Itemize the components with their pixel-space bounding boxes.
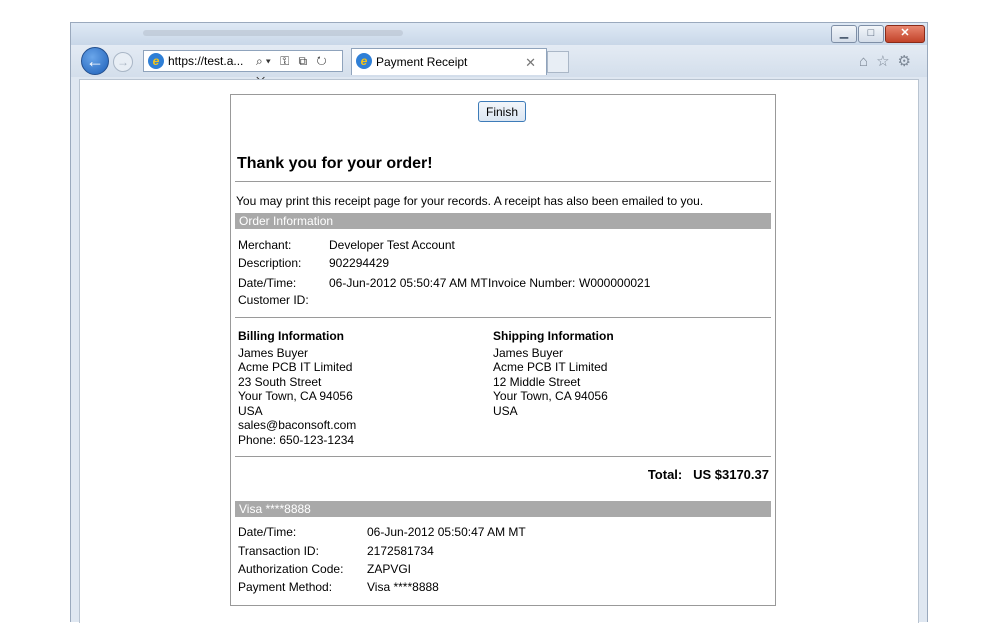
favorites-star-icon[interactable]: ☆ (876, 53, 897, 70)
payment-method-value: Visa ****8888 (367, 580, 439, 594)
shipping-line: Your Town, CA 94056 (493, 389, 608, 403)
invoice-value: W000000021 (579, 276, 651, 290)
order-total: Total: US $3170.37 (648, 467, 769, 482)
billing-line: Your Town, CA 94056 (238, 389, 353, 403)
shipping-line: USA (493, 404, 518, 418)
divider (235, 317, 771, 318)
address-text: https://test.a... (168, 54, 244, 68)
divider (235, 181, 771, 182)
tab-close-icon[interactable]: ✕ (525, 50, 536, 75)
back-button[interactable]: ← (81, 47, 109, 75)
transaction-id-value: 2172581734 (367, 544, 434, 558)
datetime-value: 06-Jun-2012 05:50:47 AM MT (329, 276, 488, 290)
minimize-button[interactable]: ▁ (831, 25, 857, 43)
navigation-bar: ← → e https://test.a... ⌕▾ ⚿ ⧉ ↻ ✕ e Pay… (71, 45, 927, 88)
receipt-note: You may print this receipt page for your… (236, 194, 704, 208)
close-window-button[interactable]: ✕ (885, 25, 925, 43)
description-value: 902294429 (329, 256, 390, 270)
description-label: Description: (238, 256, 302, 270)
ie-tab-icon: e (356, 53, 372, 69)
total-value: US $3170.37 (693, 467, 769, 482)
payment-method-label: Payment Method: (238, 580, 333, 594)
merchant-label: Merchant: (238, 238, 292, 252)
merchant-value: Developer Test Account (329, 238, 455, 252)
payment-datetime-label: Date/Time: (238, 525, 297, 539)
billing-line: sales@baconsoft.com (238, 418, 357, 432)
billing-line: Phone: 650-123-1234 (238, 433, 355, 447)
datetime-label: Date/Time: (238, 276, 297, 290)
tab-payment-receipt[interactable]: e Payment Receipt ✕ (351, 48, 547, 75)
total-label: Total: (647, 467, 683, 482)
forward-button[interactable]: → (113, 52, 133, 72)
customer-id-label: Customer ID: (238, 293, 309, 307)
gear-icon[interactable]: ⚙ (898, 53, 919, 70)
tab-title: Payment Receipt (376, 55, 468, 69)
receipt-panel: Finish Thank you for your order! You may… (230, 94, 776, 606)
billing-line: Acme PCB IT Limited (238, 360, 353, 374)
transaction-id-label: Transaction ID: (238, 544, 319, 558)
page-viewport: Finish Thank you for your order! You may… (79, 79, 919, 623)
billing-title: Billing Information (238, 329, 344, 343)
toolbar-icons[interactable]: ⌂☆⚙ (859, 52, 919, 70)
payment-header: Visa ****8888 (235, 501, 771, 517)
payment-datetime-value: 06-Jun-2012 05:50:47 AM MT (367, 525, 526, 539)
billing-line: USA (238, 404, 263, 418)
window-title (143, 30, 403, 36)
auth-code-value: ZAPVGI (367, 562, 412, 576)
browser-window: ▁ □ ✕ ← → e https://test.a... ⌕▾ ⚿ ⧉ ↻ ✕… (70, 22, 928, 623)
shipping-title: Shipping Information (493, 329, 614, 343)
billing-line: 23 South Street (238, 375, 322, 389)
billing-line: James Buyer (238, 346, 309, 360)
finish-button[interactable]: Finish (478, 101, 526, 122)
divider (235, 456, 771, 457)
address-bar[interactable]: e https://test.a... ⌕▾ ⚿ ⧉ ↻ ✕ (143, 50, 343, 88)
ie-logo-icon: e (148, 53, 164, 69)
shipping-line: James Buyer (493, 346, 564, 360)
maximize-button[interactable]: □ (858, 25, 884, 43)
title-bar: ▁ □ ✕ (71, 23, 927, 45)
order-info-header: Order Information (235, 213, 771, 229)
page-title: Thank you for your order! (237, 155, 433, 172)
shipping-line: 12 Middle Street (493, 375, 581, 389)
auth-code-label: Authorization Code: (238, 562, 344, 576)
invoice-label: Invoice Number: (488, 276, 576, 290)
home-icon[interactable]: ⌂ (859, 53, 876, 70)
new-tab-button[interactable] (547, 51, 569, 73)
shipping-line: Acme PCB IT Limited (493, 360, 608, 374)
